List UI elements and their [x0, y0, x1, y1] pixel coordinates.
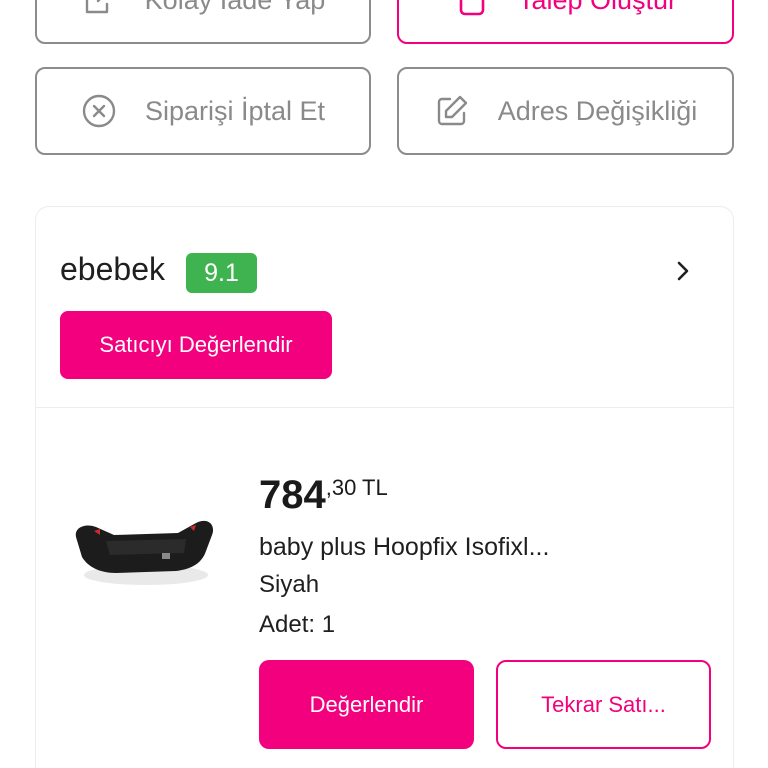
- price-decimal: ,30 TL: [325, 475, 388, 500]
- product-title[interactable]: baby plus Hoopfix Isofixl...: [259, 533, 549, 562]
- cancel-circle-icon: [81, 93, 117, 129]
- return-icon: [81, 0, 117, 18]
- seller-score-badge: 9.1: [186, 253, 257, 293]
- rate-product-button[interactable]: Değerlendir: [259, 660, 474, 749]
- product-image[interactable]: [66, 497, 226, 597]
- request-icon: [454, 0, 490, 18]
- price-integer: 784: [259, 473, 326, 517]
- easy-return-button[interactable]: Kolay İade Yap: [35, 0, 371, 44]
- rate-seller-button[interactable]: Satıcıyı Değerlendir: [60, 311, 332, 379]
- product-price: 784,30 TL: [259, 473, 388, 518]
- easy-return-label: Kolay İade Yap: [145, 0, 326, 16]
- product-variant: Siyah: [259, 571, 320, 598]
- seller-name[interactable]: ebebek: [60, 251, 165, 288]
- cancel-order-label: Siparişi İptal Et: [144, 95, 326, 126]
- buy-again-button[interactable]: Tekrar Satı...: [496, 660, 711, 749]
- create-request-label: Talep Oluştur: [518, 0, 677, 16]
- cancel-order-button[interactable]: Siparişi İptal Et: [35, 67, 371, 155]
- order-card: ebebek 9.1 Satıcıyı Değerlendir 784,30 T…: [35, 206, 734, 768]
- address-change-label: Adres Değişikliği: [497, 95, 698, 126]
- chevron-right-icon[interactable]: [671, 259, 695, 283]
- create-request-button[interactable]: Talep Oluştur: [397, 0, 734, 44]
- product-quantity: Adet: 1: [259, 611, 336, 638]
- edit-address-icon: [434, 93, 470, 129]
- address-change-button[interactable]: Adres Değişikliği: [397, 67, 734, 155]
- divider: [36, 407, 733, 408]
